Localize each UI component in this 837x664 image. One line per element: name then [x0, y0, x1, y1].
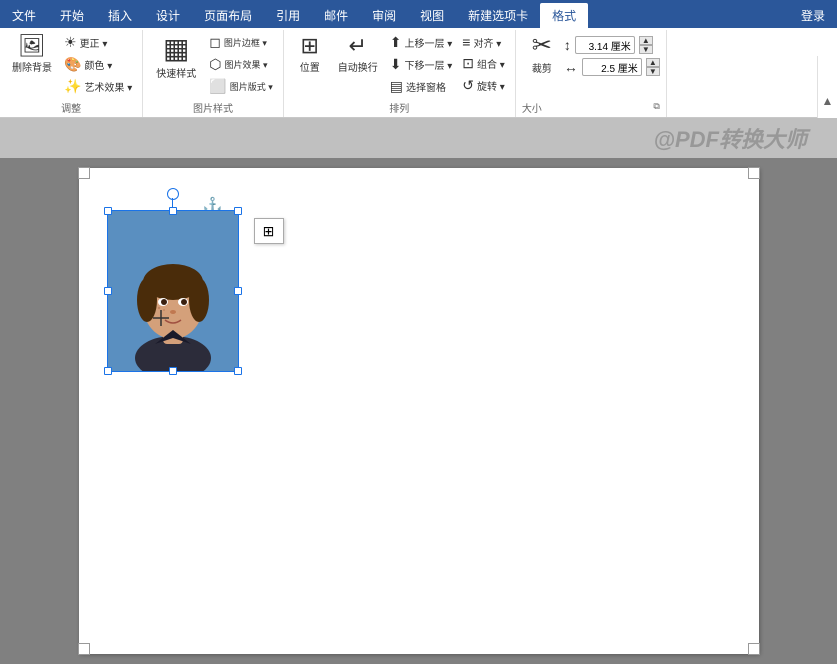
ribbon-group-picture-style: ▦ 快速样式 ◻ 图片边框 ▾ ⬡ 图片效果 ▾ ⬜ 图片版式 ▾ 图片样式 [143, 30, 283, 117]
tab-file[interactable]: 文件 [0, 3, 48, 28]
handle-tc[interactable] [169, 207, 177, 215]
effect-icon: ⬡ [209, 56, 221, 73]
remove-bg-label: 删除背景 [12, 59, 52, 74]
page-corner-bl [78, 643, 90, 655]
tab-review[interactable]: 审阅 [360, 3, 408, 28]
art-effect-label: 艺术效果 ▾ [84, 79, 132, 94]
auto-wrap-button[interactable]: ↵ 自动换行 [332, 32, 384, 77]
quick-style-label: 快速样式 [156, 65, 196, 80]
move-back-icon: ⬇ [390, 56, 402, 73]
layout-icon: ⬜ [209, 78, 226, 95]
border-icon: ◻ [209, 34, 221, 51]
border-button[interactable]: ◻ 图片边框 ▾ [205, 32, 276, 53]
ribbon-group-arrange: ⊞ 位置 ↵ 自动换行 ⬆ 上移一层 ▾ ⬇ 下移一层 ▾ ▤ 选择窗格 [284, 30, 516, 117]
picture-style-group-label: 图片样式 [193, 100, 233, 115]
ribbon-group-adjust: 🖼 删除背景 ☀ 更正 ▾ 🎨 颜色 ▾ ✨ 艺术效果 ▾ 调整 [0, 30, 143, 117]
position-icon: ⊞ [301, 35, 319, 57]
selected-image-wrapper[interactable]: ⚓ [107, 210, 239, 372]
rotate-icon: ↺ [462, 77, 474, 94]
handle-bl[interactable] [104, 367, 112, 375]
quick-style-icon: ▦ [163, 35, 189, 63]
corrections-icon: ☀ [64, 34, 77, 51]
page-corner-tr [748, 167, 760, 179]
move-forward-icon: ⬆ [390, 34, 402, 51]
handle-mr[interactable] [234, 287, 242, 295]
height-input[interactable] [575, 36, 635, 54]
position-button[interactable]: ⊞ 位置 [290, 32, 330, 77]
handle-br[interactable] [234, 367, 242, 375]
tab-page-layout[interactable]: 页面布局 [192, 3, 264, 28]
watermark-area: @PDF转换大师 [0, 118, 837, 158]
layout-options-popup[interactable]: ⊞ [254, 218, 284, 244]
document-page: ⚓ [79, 168, 759, 654]
crop-icon: ✂ [532, 34, 552, 58]
page-corner-br [748, 643, 760, 655]
height-icon: ↕ [564, 37, 571, 53]
tab-view[interactable]: 视图 [408, 3, 456, 28]
corrections-button[interactable]: ☀ 更正 ▾ [60, 32, 136, 53]
effect-button[interactable]: ⬡ 图片效果 ▾ [205, 54, 276, 75]
align-button[interactable]: ≡ 对齐 ▾ [458, 32, 509, 52]
width-down[interactable]: ▼ [646, 67, 660, 76]
height-down[interactable]: ▼ [639, 45, 653, 54]
group-button[interactable]: ⊡ 组合 ▾ [458, 53, 509, 74]
width-row: ↔ ▲ ▼ [564, 58, 660, 76]
width-spinner[interactable]: ▲ ▼ [646, 58, 660, 76]
tab-format[interactable]: 格式 [540, 3, 588, 28]
move-forward-button[interactable]: ⬆ 上移一层 ▾ [386, 32, 457, 53]
art-effect-button[interactable]: ✨ 艺术效果 ▾ [60, 76, 136, 97]
align-icon: ≡ [462, 34, 470, 50]
width-input[interactable] [582, 58, 642, 76]
remove-bg-icon: 🖼 [18, 35, 46, 57]
select-pane-button[interactable]: ▤ 选择窗格 [386, 76, 457, 97]
height-spinner[interactable]: ▲ ▼ [639, 36, 653, 54]
selection-box [107, 210, 239, 372]
color-button[interactable]: 🎨 颜色 ▾ [60, 54, 136, 75]
watermark-text: @PDF转换大师 [654, 122, 807, 154]
page-corner-tl [78, 167, 90, 179]
width-icon: ↔ [564, 59, 578, 75]
size-expand-icon[interactable]: ⧉ [653, 101, 659, 112]
handle-tr[interactable] [234, 207, 242, 215]
tab-start[interactable]: 开始 [48, 3, 96, 28]
color-icon: 🎨 [64, 56, 81, 73]
height-up[interactable]: ▲ [639, 36, 653, 45]
layout-popup-icon: ⊞ [263, 223, 275, 240]
handle-ml[interactable] [104, 287, 112, 295]
tab-reference[interactable]: 引用 [264, 3, 312, 28]
height-row: ↕ ▲ ▼ [564, 36, 660, 54]
layout-button[interactable]: ⬜ 图片版式 ▾ [205, 76, 276, 97]
tab-new-option[interactable]: 新建选项卡 [456, 3, 540, 28]
rotate-button[interactable]: ↺ 旋转 ▾ [458, 75, 509, 96]
ribbon-group-size: ✂ 裁剪 ↕ ▲ ▼ ↔ ▲ ▼ [516, 30, 667, 117]
document-area: ⚓ [0, 158, 837, 664]
color-label: 颜色 ▾ [84, 57, 112, 72]
size-group-label: 大小 [522, 100, 542, 115]
corrections-label: 更正 ▾ [80, 35, 108, 50]
ribbon-toolbar: 🖼 删除背景 ☀ 更正 ▾ 🎨 颜色 ▾ ✨ 艺术效果 ▾ 调整 [0, 28, 837, 118]
width-up[interactable]: ▲ [646, 58, 660, 67]
handle-tl[interactable] [104, 207, 112, 215]
login-button[interactable]: 登录 [789, 3, 837, 28]
move-back-button[interactable]: ⬇ 下移一层 ▾ [386, 54, 457, 75]
ribbon-tabs: 文件 开始 插入 设计 页面布局 引用 邮件 审阅 视图 新建选项卡 格式 登录 [0, 0, 837, 28]
adjust-group-label: 调整 [61, 100, 81, 115]
tab-design[interactable]: 设计 [144, 3, 192, 28]
auto-wrap-icon: ↵ [349, 35, 367, 57]
select-pane-icon: ▤ [390, 78, 403, 95]
tab-mail[interactable]: 邮件 [312, 3, 360, 28]
quick-style-button[interactable]: ▦ 快速样式 [149, 32, 203, 83]
arrange-group-label: 排列 [389, 100, 409, 115]
group-icon: ⊡ [462, 55, 474, 72]
tab-insert[interactable]: 插入 [96, 3, 144, 28]
crop-button[interactable]: ✂ 裁剪 [522, 32, 562, 77]
art-effect-icon: ✨ [64, 78, 81, 95]
remove-bg-button[interactable]: 🖼 删除背景 [6, 32, 58, 77]
handle-bc[interactable] [169, 367, 177, 375]
